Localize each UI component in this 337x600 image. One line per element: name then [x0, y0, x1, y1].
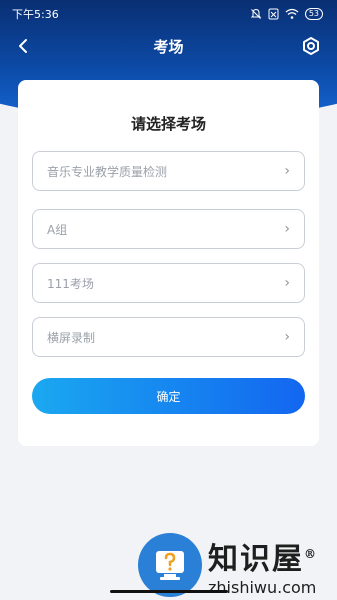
chevron-right-icon: ›: [284, 275, 290, 291]
exam-select-field[interactable]: 音乐专业教学质量检测 ›: [32, 151, 305, 191]
watermark-brand-en: zhishiwu.com: [208, 577, 317, 597]
page-title: 考场: [153, 37, 184, 56]
chevron-right-icon: ›: [284, 329, 290, 345]
group-select-value: A组: [47, 222, 68, 237]
watermark-brand-cn: 知识屋®: [208, 541, 318, 577]
room-select-field[interactable]: 111考场 ›: [32, 263, 305, 303]
mute-bell-icon: [250, 8, 262, 19]
chevron-right-icon: ›: [284, 221, 290, 237]
record-mode-select-value: 横屏录制: [47, 330, 96, 345]
watermark-logo-icon: [138, 533, 202, 597]
nav-bar: 考场: [0, 28, 337, 64]
confirm-button[interactable]: 确定: [32, 378, 305, 414]
card-title: 请选择考场: [130, 115, 206, 133]
battery-indicator: 53: [304, 8, 323, 20]
exam-select-value: 音乐专业教学质量检测: [47, 164, 168, 179]
back-arrow-icon[interactable]: [14, 36, 34, 56]
sim-off-icon: [268, 8, 279, 20]
status-bar: 下午5:36 53: [0, 0, 337, 28]
exam-room-card: 请选择考场 音乐专业教学质量检测 › A组 › 111考场 › 横屏录制 › 确…: [18, 80, 319, 446]
chevron-right-icon: ›: [284, 163, 290, 179]
home-indicator[interactable]: [110, 590, 228, 593]
registered-mark: ®: [304, 546, 318, 561]
wifi-icon: [285, 8, 299, 19]
record-mode-select-field[interactable]: 横屏录制 ›: [32, 317, 305, 357]
group-select-field[interactable]: A组 ›: [32, 209, 305, 249]
settings-icon[interactable]: [301, 36, 321, 56]
room-select-value: 111考场: [47, 276, 94, 291]
status-time: 下午5:36: [12, 8, 59, 21]
